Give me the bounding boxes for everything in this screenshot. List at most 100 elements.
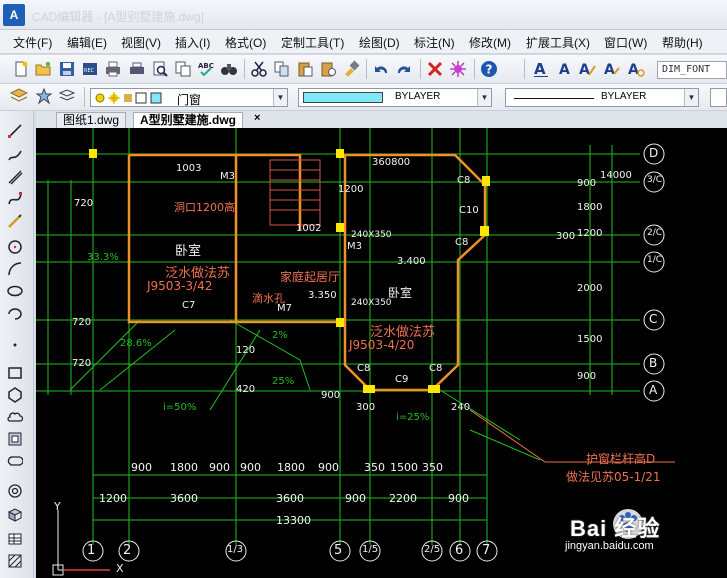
ellipse-arc-icon[interactable] <box>7 305 23 321</box>
layer-manager-icon[interactable] <box>9 87 29 105</box>
tab-drawing1[interactable]: 图纸1.dwg <box>56 112 127 128</box>
standard-toolbar: REC ABC ? A A A A A <box>0 55 727 84</box>
menu-extend-tools[interactable]: 扩展工具(X) <box>526 34 590 51</box>
dim-text: 2200 <box>389 492 417 505</box>
hatch-icon[interactable] <box>7 553 23 569</box>
text-find-icon[interactable]: A <box>603 60 621 78</box>
text-scale-icon[interactable]: A <box>627 60 645 78</box>
menu-dimension[interactable]: 标注(N) <box>414 34 455 51</box>
menu-file[interactable]: 文件(F) <box>13 34 52 51</box>
find-icon[interactable] <box>220 60 238 78</box>
circle-icon[interactable] <box>7 239 23 255</box>
ellipse-icon[interactable] <box>7 283 23 299</box>
window-label: C8 <box>457 175 471 186</box>
tab-villa-drawing[interactable]: A型别墅建施.dwg <box>133 112 243 128</box>
room-ref: J9503-3/42 <box>147 279 213 293</box>
polygon-icon[interactable] <box>7 387 23 403</box>
current-layer-name: 门窗 <box>177 93 202 107</box>
window-label: C8 <box>429 363 443 374</box>
menu-edit[interactable]: 编辑(E) <box>67 34 107 51</box>
chevron-down-icon[interactable]: ▼ <box>273 89 287 106</box>
arc-icon[interactable] <box>7 261 23 277</box>
dim-text: 120 <box>236 345 256 356</box>
room-ref-2: J9503-4/20 <box>349 338 415 352</box>
paste-special-icon[interactable] <box>319 60 337 78</box>
watermark-url: jingyan.baidu.com <box>565 540 654 552</box>
linetype-value: BYLAYER <box>601 91 647 102</box>
slope-mark: i=25% <box>396 412 430 423</box>
watermark-brand: Bai 经验 <box>570 516 661 541</box>
erase-icon[interactable] <box>449 60 467 78</box>
axis-label-right: C <box>649 312 658 326</box>
dim-text: 900 <box>209 461 230 474</box>
dim-text: 1800 <box>277 461 305 474</box>
rectangle-icon[interactable] <box>7 365 23 381</box>
close-icon[interactable]: × <box>254 112 260 124</box>
block-icon[interactable] <box>7 507 23 523</box>
spline-icon[interactable] <box>7 191 23 207</box>
zoom-preview-icon[interactable] <box>151 60 169 78</box>
polyline-icon[interactable] <box>7 147 23 163</box>
chevron-down-icon[interactable]: ▼ <box>684 89 698 106</box>
axis-label-bottom: 6 <box>455 543 464 558</box>
save-icon[interactable] <box>58 60 76 78</box>
print-preview-icon[interactable] <box>128 60 146 78</box>
menu-window[interactable]: 窗口(W) <box>604 34 647 51</box>
toolbar-separator <box>84 87 85 107</box>
multiline-icon[interactable] <box>7 169 23 185</box>
copy-file-icon[interactable] <box>174 60 192 78</box>
layer-previous-icon[interactable] <box>58 87 76 105</box>
dim-text: 900 <box>318 461 339 474</box>
linetype-dropdown[interactable]: BYLAYER ▼ <box>505 88 699 107</box>
layer-dropdown[interactable]: 门窗 ▼ <box>90 88 288 107</box>
donut-icon[interactable] <box>7 483 23 499</box>
menu-format[interactable]: 格式(O) <box>225 34 266 51</box>
region-icon[interactable] <box>7 431 23 447</box>
axis-label-bottom: 1/3 <box>227 544 244 555</box>
wipeout-icon[interactable] <box>7 453 24 469</box>
saveas-icon[interactable]: REC <box>81 60 99 78</box>
revision-cloud-icon[interactable] <box>7 409 24 425</box>
point-icon[interactable] <box>7 337 23 353</box>
paste-icon[interactable] <box>296 60 314 78</box>
color-dropdown[interactable]: BYLAYER ▼ <box>298 88 492 107</box>
ucs-x-label: X <box>116 562 124 575</box>
slope-mark: i=50% <box>163 402 197 413</box>
help-icon[interactable]: ? <box>480 60 498 78</box>
delete-icon[interactable] <box>426 60 444 78</box>
copy-icon[interactable] <box>273 60 291 78</box>
spellcheck-icon[interactable]: ABC <box>197 60 215 78</box>
dim-text: 1200 <box>338 184 364 195</box>
chevron-down-icon[interactable]: ▼ <box>477 89 491 106</box>
menu-draw[interactable]: 绘图(D) <box>359 34 400 51</box>
redo-icon[interactable] <box>395 60 413 78</box>
menu-view[interactable]: 视图(V) <box>121 34 161 51</box>
layer-state-icon[interactable] <box>35 87 53 105</box>
text-style-icon[interactable]: A <box>556 60 574 78</box>
dim-text: 240X350 <box>351 230 392 240</box>
print-icon[interactable] <box>104 60 122 78</box>
text-edit-icon[interactable]: A <box>578 60 596 78</box>
sketch-icon[interactable] <box>7 213 23 229</box>
menu-insert[interactable]: 插入(I) <box>175 34 210 51</box>
line-icon[interactable] <box>7 123 23 139</box>
baidu-watermark: Bai 经验 jingyan.baidu.com <box>565 498 720 561</box>
dim-text: 720 <box>72 358 92 369</box>
open-icon[interactable] <box>34 60 52 78</box>
menu-custom-tools[interactable]: 定制工具(T) <box>281 34 344 51</box>
table-icon[interactable] <box>7 531 23 547</box>
undo-icon[interactable] <box>372 60 390 78</box>
svg-text:REC: REC <box>84 68 95 74</box>
menu-help[interactable]: 帮助(H) <box>662 34 703 51</box>
text-icon[interactable]: A <box>532 60 550 78</box>
match-properties-icon[interactable] <box>342 60 360 78</box>
dim-text: 300 <box>356 402 376 413</box>
lineweight-dropdown[interactable] <box>710 88 727 107</box>
text-style-select[interactable]: DIM_FONT <box>657 61 727 79</box>
new-icon[interactable] <box>12 60 30 78</box>
cut-icon[interactable] <box>250 60 268 78</box>
toolbar-separator <box>366 59 367 79</box>
svg-text:A: A <box>579 62 590 78</box>
toolbar-separator <box>524 59 525 79</box>
menu-modify[interactable]: 修改(M) <box>469 34 511 51</box>
